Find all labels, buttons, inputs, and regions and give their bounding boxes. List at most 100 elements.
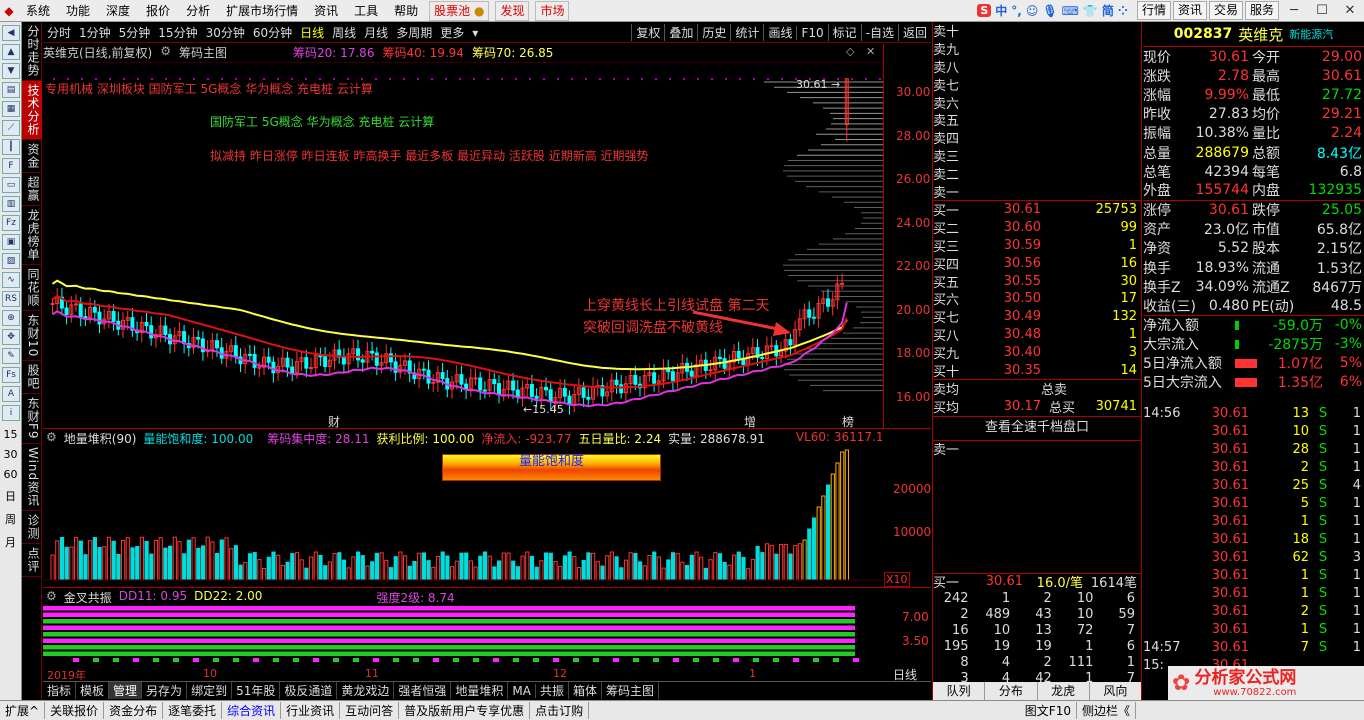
- volume-indicator-chart[interactable]: [43, 428, 931, 587]
- ime-grid-icon[interactable]: ⁘: [1118, 4, 1128, 18]
- period-60min[interactable]: 60分钟: [249, 24, 296, 41]
- up-arrow-icon[interactable]: ▲: [2, 44, 20, 60]
- wave-icon[interactable]: ∿: [2, 272, 20, 288]
- menu-help[interactable]: 帮助: [386, 0, 426, 22]
- fs-icon[interactable]: Fs: [2, 367, 20, 383]
- ob-tab-distribution[interactable]: 分布: [985, 682, 1038, 700]
- period-day[interactable]: 日: [0, 488, 21, 504]
- tool-watchlist[interactable]: -自选: [860, 24, 898, 41]
- grid-icon[interactable]: ▦: [2, 101, 20, 117]
- move-icon[interactable]: ✥: [2, 329, 20, 345]
- period-30[interactable]: 30: [0, 448, 21, 461]
- status-qa[interactable]: 互动问答: [340, 702, 400, 719]
- indicator-settings-icon[interactable]: ⚙: [160, 44, 171, 62]
- market-button[interactable]: 市场: [535, 0, 570, 21]
- ime-chinese-mode[interactable]: 中: [995, 2, 1007, 19]
- ind1-settings-icon[interactable]: ⚙: [46, 430, 57, 447]
- period-1min[interactable]: 1分钟: [75, 24, 115, 41]
- vtab-technical[interactable]: 技术分析: [22, 81, 42, 140]
- status-promo[interactable]: 普及版新用户专享优惠: [399, 702, 531, 719]
- top-info-button[interactable]: 资讯: [1172, 1, 1207, 20]
- sogou-icon[interactable]: S: [977, 4, 992, 17]
- table-icon[interactable]: ▥: [2, 196, 20, 212]
- down-arrow-icon[interactable]: ▼: [2, 63, 20, 79]
- ime-skin-icon[interactable]: 👕: [1083, 4, 1098, 18]
- tmpl-box[interactable]: 箱体: [569, 682, 603, 699]
- tool-mark[interactable]: 标记: [827, 24, 861, 41]
- info-icon[interactable]: i: [2, 405, 20, 421]
- ob-tab-dragon[interactable]: 龙虎: [1038, 682, 1090, 700]
- tool-back[interactable]: 返回: [897, 24, 931, 41]
- vtab-dragon-tiger[interactable]: 龙虎榜单: [22, 206, 42, 265]
- tmpl-chip[interactable]: 筹码主图: [602, 682, 660, 699]
- status-related-quote[interactable]: 关联报价: [45, 702, 105, 719]
- close-panel-icon[interactable]: ✕: [866, 45, 875, 58]
- menu-tools[interactable]: 工具: [346, 0, 386, 22]
- top-quote-button[interactable]: 行情: [1136, 1, 1171, 20]
- line-chart-icon[interactable]: ⟋: [2, 120, 20, 136]
- top-trade-button[interactable]: 交易: [1208, 1, 1243, 20]
- vtab-tonghuashun[interactable]: 同花顺: [22, 265, 42, 311]
- vtab-dongcai-f9[interactable]: 东财F9: [22, 394, 42, 444]
- minimize-icon[interactable]: ─: [1280, 3, 1308, 18]
- period-monthly[interactable]: 月线: [360, 24, 392, 41]
- kline-icon[interactable]: ┃: [2, 139, 20, 155]
- vtab-intraday[interactable]: 分时走势: [22, 22, 42, 81]
- stock-pool-button[interactable]: 股票池 ●: [429, 0, 490, 21]
- ime-punct-icon[interactable]: °,: [1011, 4, 1022, 18]
- tool-f10[interactable]: F10: [796, 25, 827, 40]
- tmpl-indicator[interactable]: 指标: [43, 682, 77, 699]
- menu-quote[interactable]: 报价: [138, 0, 178, 22]
- status-sidebar[interactable]: 侧边栏《: [1077, 702, 1136, 719]
- tmpl-bind-to[interactable]: 绑定到: [187, 682, 233, 699]
- vtab-comment[interactable]: 点评: [22, 544, 42, 577]
- period-5min[interactable]: 5分钟: [115, 24, 155, 41]
- status-expand[interactable]: 扩展^: [0, 702, 46, 719]
- discover-button[interactable]: 发现: [495, 0, 530, 21]
- ime-smiley-icon[interactable]: ☺: [1026, 4, 1039, 18]
- tick-list[interactable]: 14:56 30.61 13 S 1 30.61 10 S 1 30.61 28 S 1 30.61 2 S 1…: [1143, 404, 1364, 700]
- tmpl-resonance[interactable]: 共振: [536, 682, 569, 699]
- vtab-fund[interactable]: 资金: [22, 140, 42, 173]
- tmpl-save-as[interactable]: 另存为: [142, 682, 188, 699]
- ind1-title[interactable]: 地量堆积(90): [64, 430, 137, 447]
- ind2-settings-icon[interactable]: ⚙: [46, 589, 57, 606]
- main-indicator-name[interactable]: 筹码主图: [179, 44, 227, 62]
- tool-stats[interactable]: 统计: [730, 24, 763, 41]
- period-month[interactable]: 月: [0, 534, 21, 550]
- text-icon[interactable]: A: [2, 386, 20, 402]
- period-60[interactable]: 60: [0, 468, 21, 481]
- ime-keyboard-icon[interactable]: ⌨: [1062, 4, 1079, 18]
- menu-info[interactable]: 资讯: [306, 0, 346, 22]
- report-icon[interactable]: ▤: [2, 82, 20, 98]
- back-arrow-icon[interactable]: ◀: [2, 25, 20, 41]
- menu-system[interactable]: 系统: [18, 0, 58, 22]
- period-intraday[interactable]: 分时: [43, 24, 75, 41]
- tmpl-51[interactable]: 51年股: [232, 682, 281, 699]
- ime-mic-icon[interactable]: 🎙: [1042, 4, 1057, 18]
- tmpl-ma[interactable]: MA: [508, 683, 536, 698]
- candlestick-chart[interactable]: [43, 62, 931, 428]
- tool-overlay[interactable]: 叠加: [664, 24, 697, 41]
- tmpl-template[interactable]: 模板: [76, 682, 110, 699]
- more-chevron-icon[interactable]: ▾: [468, 26, 482, 40]
- stock-sector[interactable]: 新能源汽: [1289, 26, 1333, 42]
- vtab-guba[interactable]: 股吧: [22, 361, 42, 395]
- period-15[interactable]: 15: [0, 428, 21, 441]
- ime-simplified[interactable]: 简: [1102, 2, 1114, 19]
- document-icon[interactable]: ▭: [2, 177, 20, 193]
- tmpl-manage[interactable]: 管理: [109, 682, 143, 699]
- tmpl-channel[interactable]: 极反通道: [280, 682, 338, 699]
- ind2-title[interactable]: 金叉共振: [64, 589, 112, 606]
- pencil-icon[interactable]: ✎: [2, 348, 20, 364]
- status-subscribe[interactable]: 点击订购: [530, 702, 590, 719]
- menu-function[interactable]: 功能: [58, 0, 98, 22]
- period-multi[interactable]: 多周期: [392, 24, 436, 41]
- f10-icon[interactable]: F: [2, 158, 20, 174]
- menu-analysis[interactable]: 分析: [178, 0, 218, 22]
- tool-draw[interactable]: 画线: [763, 24, 796, 41]
- tmpl-dragon[interactable]: 黄龙戏边: [337, 682, 395, 699]
- period-daily[interactable]: 日线: [296, 24, 328, 41]
- full-depth-link[interactable]: 查看全速千档盘口: [933, 415, 1141, 440]
- menu-depth[interactable]: 深度: [98, 0, 138, 22]
